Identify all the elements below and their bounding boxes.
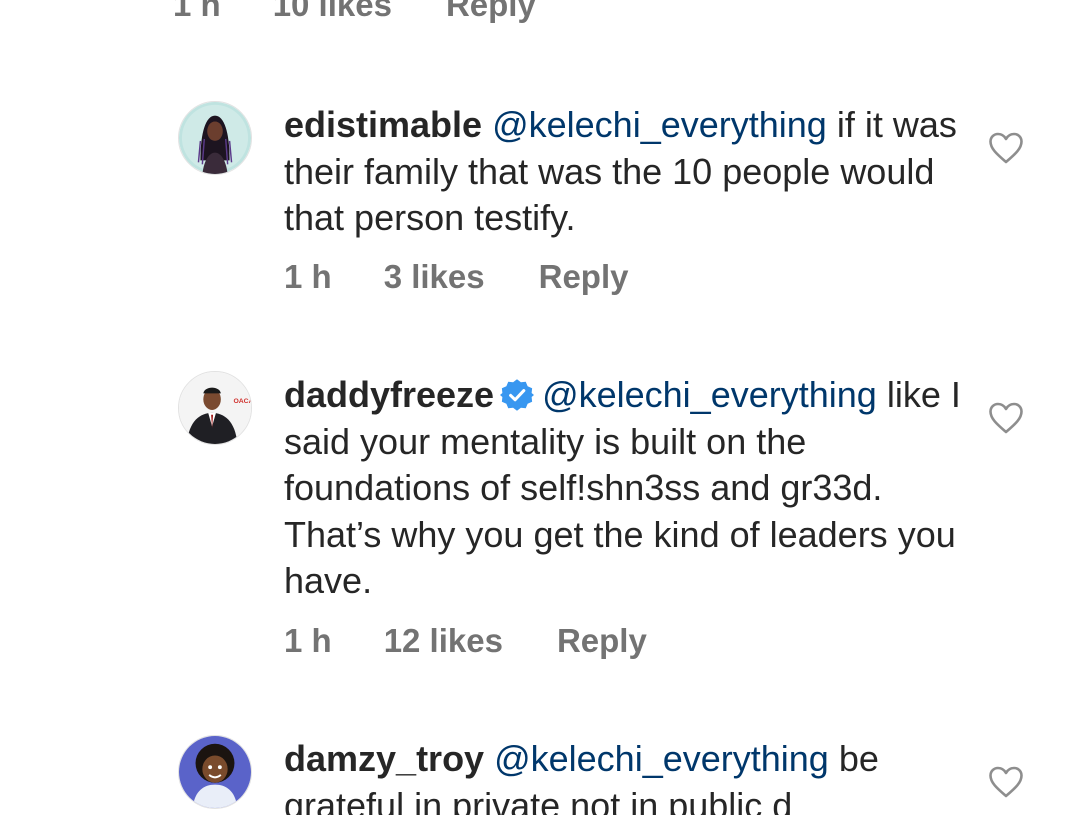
like-heart-icon[interactable] <box>988 402 1024 434</box>
comment-likes[interactable]: 10 likes <box>273 0 392 24</box>
comments-feed: 1 h 10 likes Reply edistimable @kelechi_… <box>0 0 1080 815</box>
comment-likes[interactable]: 12 likes <box>384 622 503 660</box>
comment-username[interactable]: damzy_troy <box>284 738 484 779</box>
comment-likes[interactable]: 3 likes <box>384 258 485 296</box>
svg-text:OACA: OACA <box>233 398 251 405</box>
avatar-cartoon-boy-icon <box>179 736 251 808</box>
like-heart-icon[interactable] <box>988 132 1024 164</box>
comment-username[interactable]: edistimable <box>284 104 482 145</box>
comment-body: edistimable @kelechi_everything if it wa… <box>284 102 964 242</box>
comment-username[interactable]: daddyfreeze <box>284 374 494 415</box>
reply-button[interactable]: Reply <box>557 622 647 660</box>
comment-body: daddyfreeze @kelechi_everything like I s… <box>284 372 964 605</box>
avatar[interactable]: OACA <box>178 371 252 445</box>
verified-badge-icon <box>500 378 535 412</box>
comment-mention[interactable]: @kelechi_everything <box>494 738 829 779</box>
comment-time: 1 h <box>284 622 332 659</box>
like-heart-icon[interactable] <box>988 766 1024 798</box>
comment-text: if <box>826 104 855 145</box>
comment-time: 1 h <box>173 0 221 23</box>
comment-mention[interactable]: @kelechi_everything <box>492 104 827 145</box>
comment-mention[interactable]: @kelechi_everything <box>542 374 877 415</box>
avatar[interactable] <box>178 101 252 175</box>
comment-meta: 1 h 12 likes Reply <box>284 622 647 660</box>
comment-meta: 1 h 3 likes Reply <box>284 258 628 296</box>
avatar-woman-braids-icon <box>179 102 251 174</box>
reply-button[interactable]: Reply <box>539 258 629 296</box>
previous-comment-meta: 1 h 10 likes Reply <box>173 0 536 24</box>
avatar[interactable] <box>178 735 252 809</box>
comment-time: 1 h <box>284 258 332 295</box>
comment-body: damzy_troy @kelechi_everything be gratef… <box>284 736 964 815</box>
avatar-man-suit-icon: OACA <box>179 372 251 444</box>
reply-button[interactable]: Reply <box>446 0 536 24</box>
